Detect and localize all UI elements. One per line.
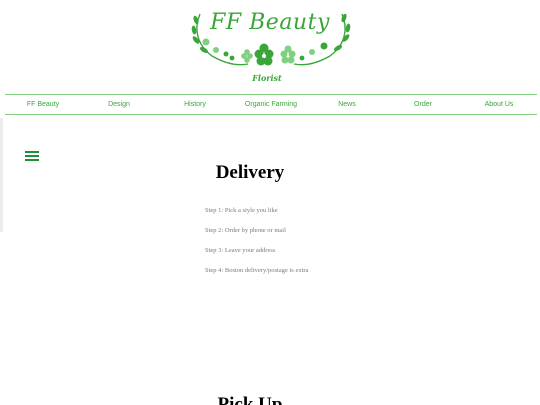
nav-item-news[interactable]: News <box>309 95 385 114</box>
main-nav: FF Beauty Design History Organic Farming… <box>5 94 537 115</box>
delivery-step: Step 1: Pick a style you like <box>205 207 278 214</box>
delivery-step: Step 4: Boston delivery/postage is extra <box>205 267 309 274</box>
delivery-steps: Step 1: Pick a style you like Step 2: Or… <box>205 206 308 286</box>
nav-item-ff-beauty[interactable]: FF Beauty <box>5 95 81 114</box>
nav-item-organic-farming[interactable]: Organic Farming <box>233 95 309 114</box>
delivery-step: Step 3: Leave your address <box>205 247 276 254</box>
site-logo[interactable]: FF Beauty Florist <box>186 6 356 88</box>
pickup-title: Pick Up <box>217 394 283 405</box>
nav-item-design[interactable]: Design <box>81 95 157 114</box>
left-divider <box>0 118 3 232</box>
logo-title: FF Beauty <box>210 10 330 35</box>
delivery-step: Step 2: Order by phone or mail <box>205 227 286 234</box>
delivery-title: Delivery <box>215 162 285 183</box>
nav-item-order[interactable]: Order <box>385 95 461 114</box>
hamburger-menu-icon[interactable] <box>25 151 39 161</box>
nav-item-history[interactable]: History <box>157 95 233 114</box>
logo-subtitle: Florist <box>252 73 282 83</box>
nav-item-about-us[interactable]: About Us <box>461 95 537 114</box>
